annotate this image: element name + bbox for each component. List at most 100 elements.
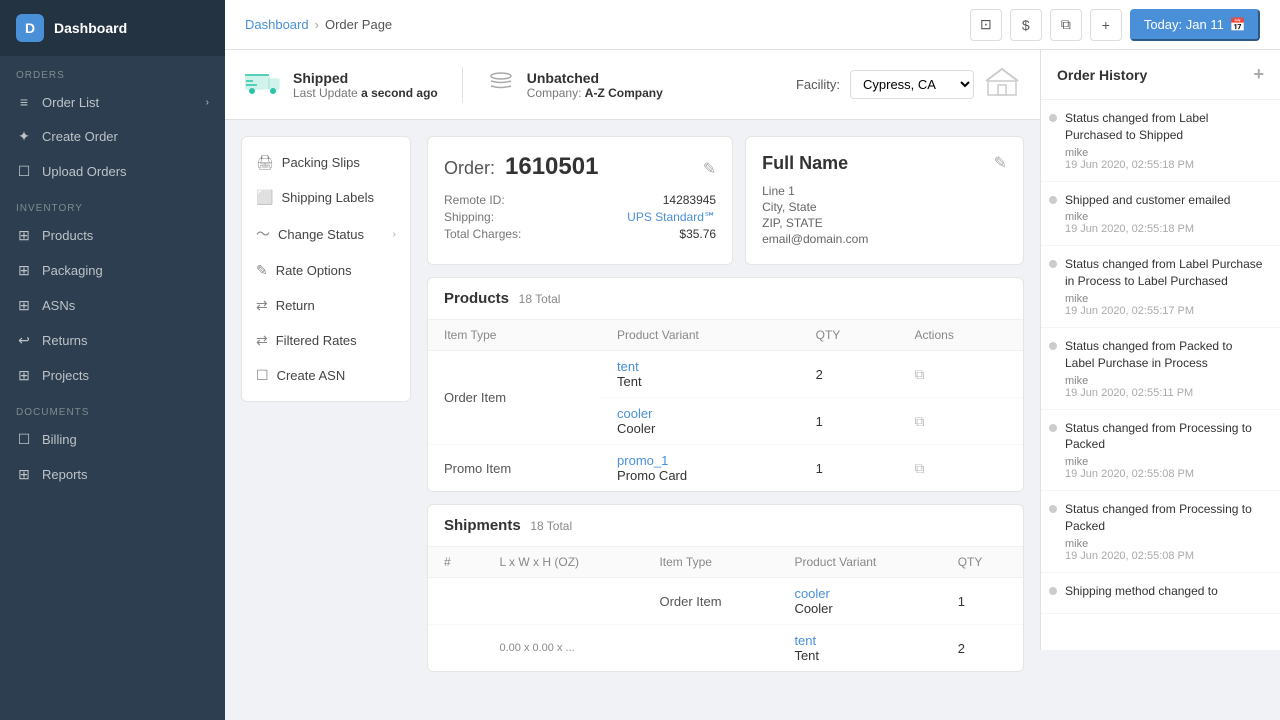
- history-entry: Shipped and customer emailed mike 19 Jun…: [1041, 182, 1280, 247]
- address-edit-icon[interactable]: ✎: [994, 153, 1007, 173]
- order-number: 1610501: [505, 153, 598, 181]
- sidebar-item-billing[interactable]: ☐ Billing: [0, 422, 225, 457]
- sidebar-item-returns[interactable]: ↩ Returns: [0, 323, 225, 358]
- history-add-button[interactable]: +: [1253, 64, 1264, 85]
- shipments-count: 18 Total: [530, 519, 572, 533]
- menu-change-status[interactable]: 〜 Change Status ›: [242, 215, 410, 253]
- tent-s-link[interactable]: tent: [794, 633, 816, 648]
- label-icon: ⬜: [256, 189, 273, 206]
- menu-label: Create ASN: [277, 368, 346, 383]
- address-line1: Line 1: [762, 184, 868, 198]
- address-name: Full Name: [762, 153, 868, 174]
- warehouse-icon: [984, 65, 1020, 104]
- sidebar-item-label: Create Order: [42, 129, 118, 144]
- history-text: Status changed from Label Purchase in Pr…: [1065, 256, 1264, 290]
- order-body: 🖨 Packing Slips ⬜ Shipping Labels 〜 Chan…: [225, 120, 1040, 688]
- shipment-dims: [483, 578, 643, 625]
- item-type-promo: Promo Item: [428, 445, 601, 492]
- history-entry: Shipping method changed to: [1041, 573, 1280, 614]
- tent-link[interactable]: tent: [617, 359, 639, 374]
- charges-value: $35.76: [679, 227, 716, 241]
- action-tent[interactable]: ⧉: [898, 351, 1023, 398]
- charges-row: Total Charges: $35.76: [444, 227, 716, 241]
- sidebar-item-reports[interactable]: ⊞ Reports: [0, 457, 225, 492]
- menu-filtered-rates[interactable]: ⇄ Filtered Rates: [242, 323, 410, 358]
- promo-link[interactable]: promo_1: [617, 453, 668, 468]
- external-link-icon[interactable]: ⧉: [914, 413, 924, 429]
- cooler-name: Cooler: [617, 421, 655, 436]
- external-link-icon[interactable]: ⧉: [914, 366, 924, 382]
- sidebar-item-asns[interactable]: ⊞ ASNs: [0, 288, 225, 323]
- shipped-label: Shipped: [293, 70, 438, 86]
- tent-name: Tent: [617, 374, 642, 389]
- projects-icon: ⊞: [16, 367, 32, 384]
- history-user: mike: [1065, 456, 1264, 468]
- menu-label: Change Status: [278, 227, 364, 242]
- address-info: Full Name Line 1 City, State ZIP, STATE …: [762, 153, 868, 248]
- history-entry: Status changed from Label Purchased to S…: [1041, 100, 1280, 182]
- order-id-card: Order: 1610501 ✎ Remote ID: 14283945 Shi…: [427, 136, 733, 265]
- monitor-button[interactable]: ⊡: [970, 9, 1002, 41]
- history-time: 19 Jun 2020, 02:55:11 PM: [1065, 387, 1264, 399]
- order-main: Order: 1610501 ✎ Remote ID: 14283945 Shi…: [427, 136, 1024, 672]
- sidebar-item-projects[interactable]: ⊞ Projects: [0, 358, 225, 393]
- sidebar-item-products[interactable]: ⊞ Products: [0, 218, 225, 253]
- today-button[interactable]: Today: Jan 11 📅: [1130, 9, 1260, 41]
- sidebar-logo[interactable]: D Dashboard: [0, 0, 225, 56]
- section-label-documents: DOCUMENTS: [0, 393, 225, 422]
- shipping-label: Shipping:: [444, 210, 494, 224]
- address-email: email@domain.com: [762, 232, 868, 246]
- breadcrumb-dashboard[interactable]: Dashboard: [245, 17, 309, 32]
- facility-select[interactable]: Cypress, CA Other Location: [850, 70, 974, 99]
- sidebar-item-order-list[interactable]: ≡ Order List ›: [0, 85, 225, 119]
- topbar: Dashboard › Order Page ⊡ $ ⧉ + Today: Ja…: [225, 0, 1280, 50]
- returns-icon: ↩: [16, 332, 32, 349]
- chevron-icon: ›: [206, 97, 209, 108]
- col-product-variant: Product Variant: [601, 320, 800, 351]
- add-button[interactable]: +: [1090, 9, 1122, 41]
- action-cooler[interactable]: ⧉: [898, 398, 1023, 445]
- menu-packing-slips[interactable]: 🖨 Packing Slips: [242, 145, 410, 180]
- cooler-link[interactable]: cooler: [617, 406, 652, 421]
- tent-s-name: Tent: [794, 648, 819, 663]
- products-section: Products 18 Total Item Type Product Vari…: [427, 277, 1024, 492]
- col-qty-s: QTY: [942, 547, 1023, 578]
- dollar-button[interactable]: $: [1010, 9, 1042, 41]
- products-header: Products 18 Total: [428, 278, 1023, 320]
- menu-shipping-labels[interactable]: ⬜ Shipping Labels: [242, 180, 410, 215]
- status-icon: 〜: [256, 224, 270, 244]
- external-link-icon[interactable]: ⧉: [914, 460, 924, 476]
- cooler-s-link[interactable]: cooler: [794, 586, 829, 601]
- dashboard-icon: D: [16, 14, 44, 42]
- sidebar-item-packaging[interactable]: ⊞ Packaging: [0, 253, 225, 288]
- shipments-header: Shipments 18 Total: [428, 505, 1023, 547]
- menu-label: Shipping Labels: [281, 190, 374, 205]
- breadcrumb-current: Order Page: [325, 17, 392, 32]
- menu-rate-options[interactable]: ✎ Rate Options: [242, 253, 410, 288]
- layers-icon: [487, 67, 515, 102]
- rate-icon: ✎: [256, 262, 268, 279]
- sidebar-item-label: Products: [42, 228, 93, 243]
- menu-return[interactable]: ⇄ Return: [242, 288, 410, 323]
- action-promo[interactable]: ⧉: [898, 445, 1023, 492]
- edit-icon[interactable]: ✎: [703, 159, 716, 179]
- shipment-dims2: 0.00 x 0.00 x ...: [483, 625, 643, 672]
- col-dims: L x W x H (OZ): [483, 547, 643, 578]
- item-type-order-item: Order Item: [428, 351, 601, 445]
- asn-icon: ☐: [256, 367, 269, 384]
- history-entry: Status changed from Processing to Packed…: [1041, 410, 1280, 492]
- copy-button[interactable]: ⧉: [1050, 9, 1082, 41]
- truck-icon: [245, 67, 281, 102]
- col-item-type-s: Item Type: [643, 547, 778, 578]
- create-order-icon: ✦: [16, 128, 32, 145]
- sidebar-item-upload-orders[interactable]: ☐ Upload Orders: [0, 154, 225, 189]
- sidebar-item-create-order[interactable]: ✦ Create Order: [0, 119, 225, 154]
- status-bar: Shipped Last Update a second ago: [225, 50, 1040, 120]
- menu-create-asn[interactable]: ☐ Create ASN: [242, 358, 410, 393]
- shipment-num2: [428, 625, 483, 672]
- topbar-actions: ⊡ $ ⧉ + Today: Jan 11 📅: [970, 9, 1260, 41]
- promo-name: Promo Card: [617, 468, 687, 483]
- facility-segment: Facility: Cypress, CA Other Location: [796, 65, 1020, 104]
- chevron-right-icon: ›: [393, 229, 396, 240]
- col-actions: Actions: [898, 320, 1023, 351]
